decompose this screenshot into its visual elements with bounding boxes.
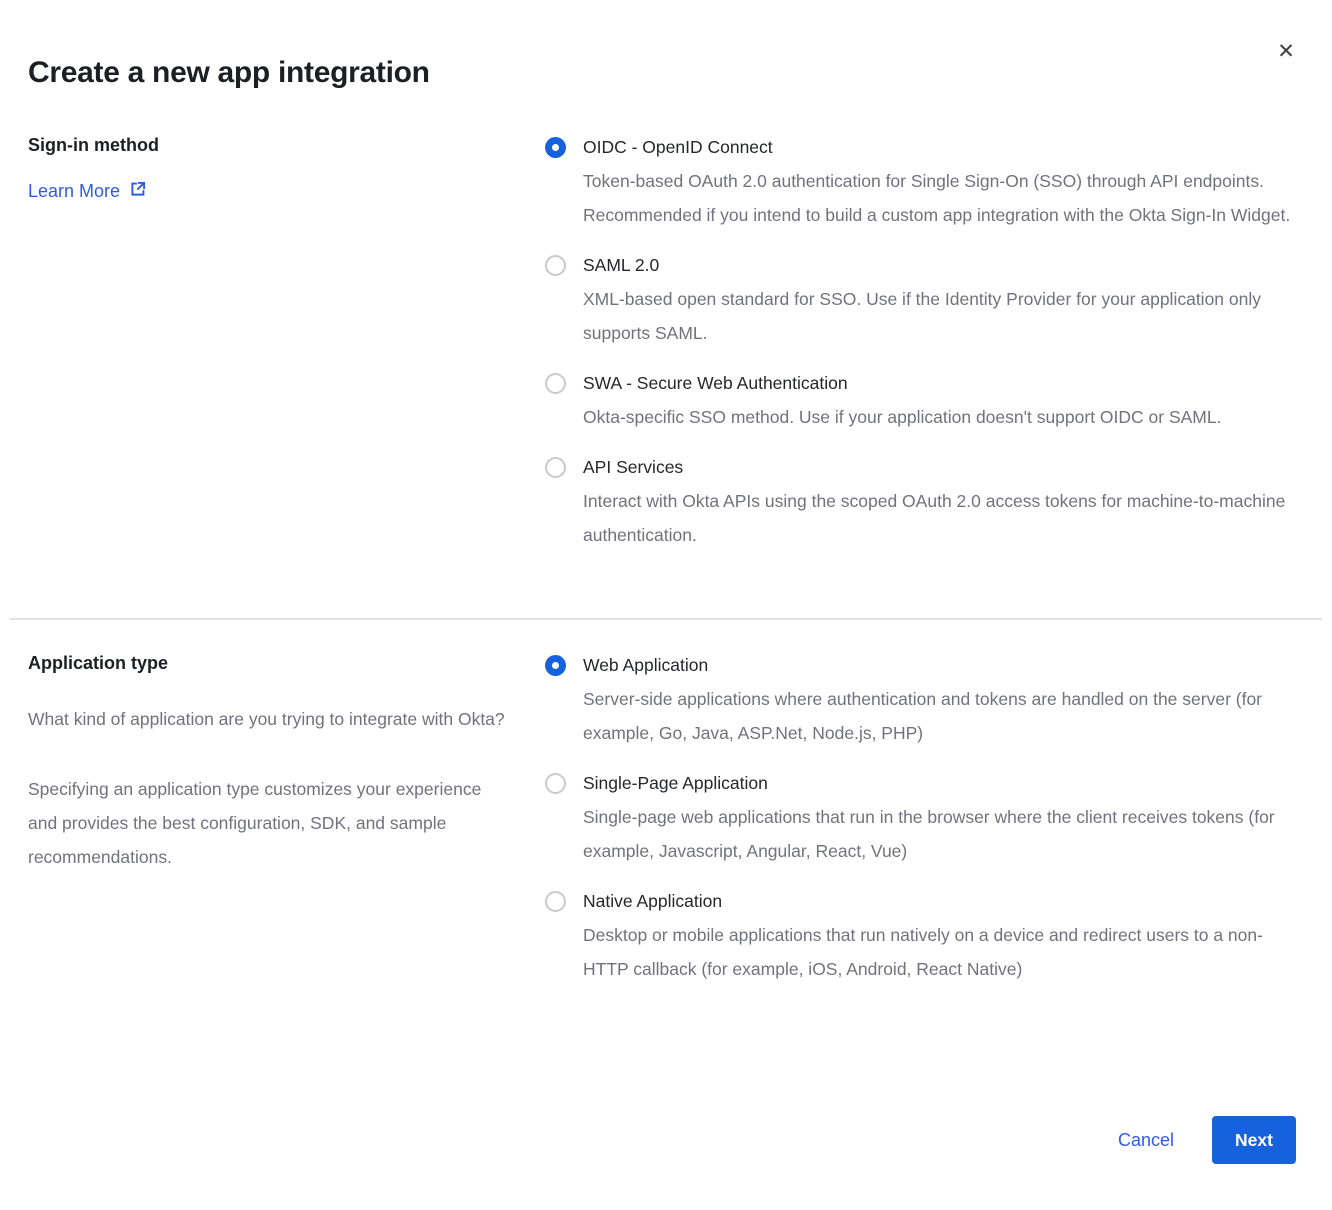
option-label: API Services bbox=[583, 450, 1295, 484]
radio-unselected-icon[interactable] bbox=[545, 373, 566, 394]
signin-method-options: OIDC - OpenID Connect Token-based OAuth … bbox=[545, 130, 1296, 568]
signin-method-section: Sign-in method Learn More OIDC - OpenID … bbox=[0, 130, 1332, 568]
learn-more-link[interactable]: Learn More bbox=[28, 180, 147, 203]
radio-unselected-icon[interactable] bbox=[545, 773, 566, 794]
learn-more-label: Learn More bbox=[28, 181, 120, 202]
radio-unselected-icon[interactable] bbox=[545, 457, 566, 478]
option-label: OIDC - OpenID Connect bbox=[583, 130, 1295, 164]
external-link-icon bbox=[129, 180, 147, 203]
radio-option-api-services[interactable]: API Services Interact with Okta APIs usi… bbox=[545, 450, 1296, 552]
radio-unselected-icon[interactable] bbox=[545, 891, 566, 912]
option-label: Web Application bbox=[583, 648, 1295, 682]
radio-option-swa[interactable]: SWA - Secure Web Authentication Okta-spe… bbox=[545, 366, 1296, 434]
create-app-integration-dialog: ✕ Create a new app integration Sign-in m… bbox=[0, 0, 1332, 1210]
option-label: SAML 2.0 bbox=[583, 248, 1295, 282]
radio-unselected-icon[interactable] bbox=[545, 255, 566, 276]
next-button[interactable]: Next bbox=[1212, 1116, 1296, 1164]
option-description: Server-side applications where authentic… bbox=[583, 682, 1295, 750]
application-type-left-column: Application type What kind of applicatio… bbox=[28, 648, 545, 874]
close-icon: ✕ bbox=[1277, 40, 1295, 63]
close-button[interactable]: ✕ bbox=[1270, 36, 1302, 68]
radio-selected-icon[interactable] bbox=[545, 137, 566, 158]
radio-selected-icon[interactable] bbox=[545, 655, 566, 676]
cancel-button[interactable]: Cancel bbox=[1118, 1130, 1174, 1151]
section-divider bbox=[10, 618, 1322, 620]
option-description: Single-page web applications that run in… bbox=[583, 800, 1295, 868]
signin-method-heading: Sign-in method bbox=[28, 130, 525, 160]
application-type-heading: Application type bbox=[28, 648, 525, 678]
application-type-options: Web Application Server-side applications… bbox=[545, 648, 1296, 1002]
application-type-helper-1: What kind of application are you trying … bbox=[28, 702, 508, 736]
option-label: Single-Page Application bbox=[583, 766, 1295, 800]
radio-option-native-application[interactable]: Native Application Desktop or mobile app… bbox=[545, 884, 1296, 986]
application-type-helper-2: Specifying an application type customize… bbox=[28, 772, 508, 874]
option-description: XML-based open standard for SSO. Use if … bbox=[583, 282, 1295, 350]
application-type-section: Application type What kind of applicatio… bbox=[0, 648, 1332, 1002]
option-description: Okta-specific SSO method. Use if your ap… bbox=[583, 400, 1221, 434]
radio-option-saml[interactable]: SAML 2.0 XML-based open standard for SSO… bbox=[545, 248, 1296, 350]
signin-method-left-column: Sign-in method Learn More bbox=[28, 130, 545, 203]
radio-option-web-application[interactable]: Web Application Server-side applications… bbox=[545, 648, 1296, 750]
option-description: Interact with Okta APIs using the scoped… bbox=[583, 484, 1295, 552]
option-description: Desktop or mobile applications that run … bbox=[583, 918, 1295, 986]
radio-option-oidc[interactable]: OIDC - OpenID Connect Token-based OAuth … bbox=[545, 130, 1296, 232]
option-label: Native Application bbox=[583, 884, 1295, 918]
dialog-title: Create a new app integration bbox=[0, 0, 1332, 90]
radio-option-single-page-application[interactable]: Single-Page Application Single-page web … bbox=[545, 766, 1296, 868]
option-label: SWA - Secure Web Authentication bbox=[583, 366, 1221, 400]
option-description: Token-based OAuth 2.0 authentication for… bbox=[583, 164, 1295, 232]
dialog-footer: Cancel Next bbox=[1118, 1116, 1296, 1164]
